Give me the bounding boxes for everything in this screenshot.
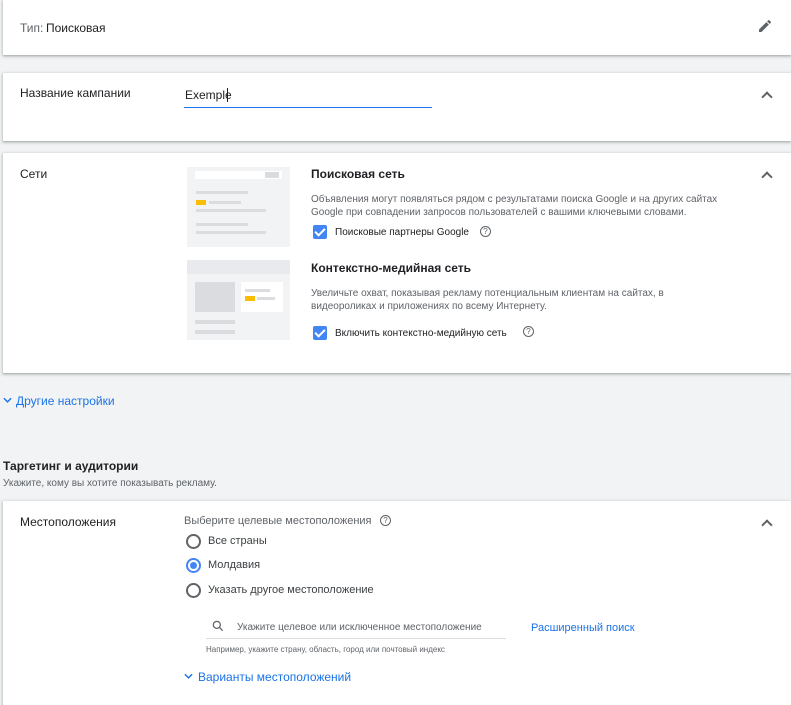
campaign-type-value: Поисковая — [46, 21, 106, 35]
text-cursor — [227, 88, 228, 102]
advanced-search-link[interactable]: Расширенный поиск — [531, 622, 635, 634]
display-network-title: Контекстно-медийная сеть — [311, 261, 472, 275]
question-circle-icon[interactable]: ? — [523, 326, 534, 337]
networks-card: Сети Поисковая сеть Объявления могут поя… — [3, 153, 791, 373]
radio-moldova[interactable] — [186, 558, 201, 573]
option-moldova[interactable]: Молдавия — [208, 559, 260, 571]
search-network-description: Объявления могут появляться рядом с резу… — [311, 194, 718, 218]
networks-label: Сети — [20, 167, 48, 181]
location-variants-toggle[interactable]: Варианты местоположений — [184, 670, 384, 684]
location-search-hint: Например, укажите страну, область, город… — [206, 645, 445, 654]
chevron-up-icon[interactable] — [761, 91, 773, 103]
chevron-up-icon[interactable] — [761, 171, 773, 183]
option-all-countries[interactable]: Все страны — [208, 535, 267, 547]
locations-prompt: Выберите целевые местоположения — [184, 515, 372, 527]
question-circle-icon[interactable]: ? — [380, 515, 391, 526]
campaign-name-field[interactable]: Exemple — [184, 86, 432, 108]
display-network-description: Увеличьте охват, показывая рекламу потен… — [311, 288, 664, 312]
campaign-type-label: Тип: — [20, 21, 44, 35]
chevron-down-icon — [3, 397, 12, 403]
display-network-label: Включить контекстно-медийную сеть — [335, 328, 507, 339]
campaign-name-label: Название кампании — [20, 86, 131, 100]
display-network-checkbox[interactable] — [313, 326, 327, 340]
radio-other-location[interactable] — [186, 583, 201, 598]
display-network-illustration — [187, 260, 290, 340]
question-circle-icon[interactable]: ? — [480, 226, 491, 237]
search-network-title: Поисковая сеть — [311, 167, 405, 181]
campaign-name-value[interactable]: Exemple — [185, 88, 232, 102]
chevron-up-icon[interactable] — [761, 519, 773, 531]
search-partners-label: Поисковые партнеры Google — [335, 227, 469, 238]
targeting-subtitle: Укажите, кому вы хотите показывать рекла… — [3, 478, 217, 489]
locations-label: Местоположения — [20, 515, 116, 529]
location-variants-link[interactable]: Варианты местоположений — [198, 670, 351, 684]
campaign-type-card: Тип: Поисковая — [3, 0, 791, 55]
other-settings-link[interactable]: Другие настройки — [16, 394, 115, 408]
chevron-down-icon — [184, 673, 193, 679]
search-partners-checkbox[interactable] — [313, 225, 327, 239]
locations-card: Местоположения Выберите целевые местопол… — [3, 501, 791, 705]
pencil-icon[interactable] — [757, 18, 773, 34]
search-network-illustration — [187, 167, 290, 247]
magnifier-icon — [212, 620, 224, 632]
location-search-placeholder[interactable]: Укажите целевое или исключенное местопол… — [237, 622, 482, 633]
location-search-field[interactable]: Укажите целевое или исключенное местопол… — [206, 614, 506, 639]
campaign-name-card: Название кампании Exemple — [3, 73, 791, 141]
targeting-title: Таргетинг и аудитории — [3, 459, 139, 473]
radio-all-countries[interactable] — [186, 534, 201, 549]
option-other-location[interactable]: Указать другое местоположение — [208, 584, 374, 596]
